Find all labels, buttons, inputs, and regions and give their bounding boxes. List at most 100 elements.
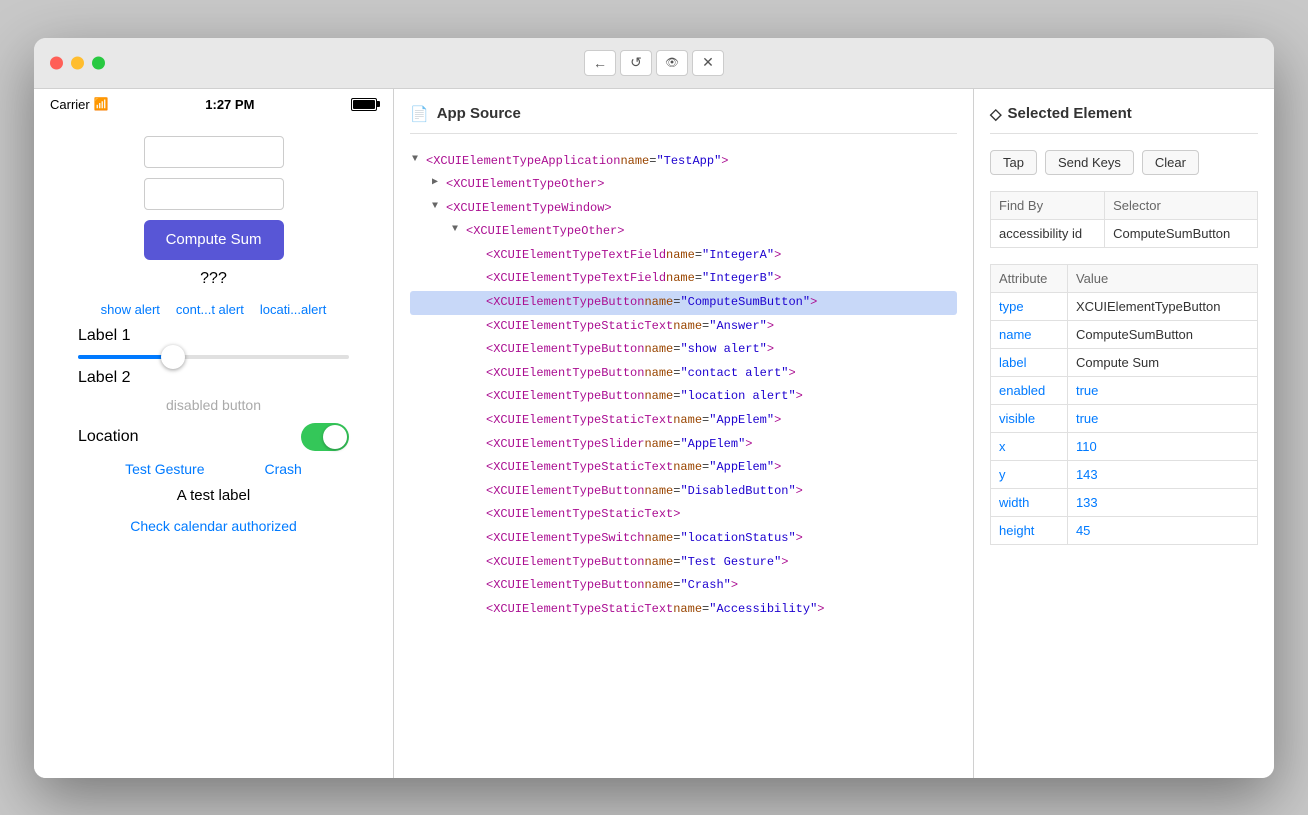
ios-statusbar: Carrier 📶 1:27 PM: [34, 89, 393, 120]
attr-value-4: true: [1067, 404, 1257, 432]
details-panel: ◇ Selected Element Tap Send Keys Clear F…: [974, 89, 1274, 778]
details-header-title: Selected Element: [1008, 105, 1132, 122]
tree-row-5[interactable]: <XCUIElementTypeTextField name = "Intege…: [410, 267, 957, 291]
slider-fill: [78, 355, 173, 359]
gesture-row: Test Gesture Crash: [125, 461, 302, 477]
slider-track: [78, 355, 349, 359]
inspect-button[interactable]: 👁: [656, 50, 688, 76]
carrier-label: Carrier: [50, 97, 90, 112]
tree-row-6[interactable]: <XCUIElementTypeButton name = "ComputeSu…: [410, 291, 957, 315]
maximize-traffic-light[interactable]: [92, 56, 105, 69]
tap-button[interactable]: Tap: [990, 150, 1037, 175]
tree-row-7[interactable]: <XCUIElementTypeStaticText name = "Answe…: [410, 315, 957, 339]
statusbar-right: [351, 98, 377, 111]
battery-fill: [353, 100, 375, 109]
tree-row-0[interactable]: ▼ <XCUIElementTypeApplication name = "Te…: [410, 150, 957, 174]
attr-value-8: 45: [1067, 516, 1257, 544]
contact-alert-link[interactable]: cont...t alert: [176, 302, 244, 317]
source-header-icon: 📄: [410, 105, 429, 123]
find-by-table: Find By Selector accessibility id Comput…: [990, 191, 1258, 248]
location-alert-link[interactable]: locati...alert: [260, 302, 326, 317]
attr-value-0: XCUIElementTypeButton: [1067, 292, 1257, 320]
attr-value-3: true: [1067, 376, 1257, 404]
tree-row-1[interactable]: ▶ <XCUIElementTypeOther>: [410, 173, 957, 197]
clear-button[interactable]: Clear: [1142, 150, 1199, 175]
arrow-3[interactable]: ▼: [452, 221, 466, 239]
tree-row-9[interactable]: <XCUIElementTypeButton name = "contact a…: [410, 362, 957, 386]
attr-name-6: y: [991, 460, 1068, 488]
location-row: Location: [58, 423, 369, 451]
source-header-title: App Source: [437, 105, 521, 122]
label1: Label 1: [58, 327, 369, 345]
tag-5: <XCUIElementTypeTextField: [486, 268, 666, 290]
tree-row-10[interactable]: <XCUIElementTypeButton name = "location …: [410, 385, 957, 409]
crash-button[interactable]: Crash: [265, 461, 302, 477]
attr-row-3: enabledtrue: [991, 376, 1258, 404]
arrow-2[interactable]: ▼: [432, 198, 446, 216]
integer-a-input[interactable]: [144, 136, 284, 168]
attr-value-5: 110: [1067, 432, 1257, 460]
close-traffic-light[interactable]: [50, 56, 63, 69]
integer-b-input[interactable]: [144, 178, 284, 210]
attr-name-7: width: [991, 488, 1068, 516]
attr-name-0: name: [620, 151, 649, 173]
refresh-button[interactable]: ↺: [620, 50, 652, 76]
tag-2: <XCUIElementTypeWindow>: [446, 198, 612, 220]
label2: Label 2: [58, 369, 369, 387]
tree-row-18[interactable]: <XCUIElementTypeButton name = "Crash" >: [410, 574, 957, 598]
tree-row-13[interactable]: <XCUIElementTypeStaticText name = "AppEl…: [410, 456, 957, 480]
attr-name-1: name: [991, 320, 1068, 348]
titlebar: ← ↺ 👁 ✕: [34, 38, 1274, 89]
alert-links: show alert cont...t alert locati...alert: [101, 302, 327, 317]
close-button[interactable]: ✕: [692, 50, 724, 76]
minimize-traffic-light[interactable]: [71, 56, 84, 69]
main-content: Carrier 📶 1:27 PM Compute Sum ???: [34, 89, 1274, 778]
app-elem-slider[interactable]: [58, 355, 369, 359]
result-label: ???: [200, 270, 227, 288]
source-tree: ▼ <XCUIElementTypeApplication name = "Te…: [410, 150, 957, 622]
attr-name-8: height: [991, 516, 1068, 544]
wifi-icon: 📶: [94, 97, 109, 111]
tree-row-14[interactable]: <XCUIElementTypeButton name = "DisabledB…: [410, 480, 957, 504]
selector-header: Selector: [1105, 191, 1258, 219]
tree-row-3[interactable]: ▼ <XCUIElementTypeOther>: [410, 220, 957, 244]
toolbar-buttons: ← ↺ 👁 ✕: [584, 50, 724, 76]
tree-row-15[interactable]: <XCUIElementTypeStaticText>: [410, 503, 957, 527]
slider-thumb[interactable]: [161, 345, 185, 369]
arrow-1[interactable]: ▶: [432, 174, 446, 192]
test-gesture-button[interactable]: Test Gesture: [125, 461, 204, 477]
simulator-panel: Carrier 📶 1:27 PM Compute Sum ???: [34, 89, 394, 778]
attr-row-6: y143: [991, 460, 1258, 488]
arrow-0[interactable]: ▼: [412, 151, 426, 169]
tree-row-12[interactable]: <XCUIElementTypeSlider name = "AppElem" …: [410, 433, 957, 457]
tree-row-11[interactable]: <XCUIElementTypeStaticText name = "AppEl…: [410, 409, 957, 433]
attributes-table: Attribute Value typeXCUIElementTypeButto…: [990, 264, 1258, 545]
send-keys-button[interactable]: Send Keys: [1045, 150, 1134, 175]
attr-value-1: ComputeSumButton: [1067, 320, 1257, 348]
traffic-lights: [50, 56, 105, 69]
action-buttons: Tap Send Keys Clear: [990, 150, 1258, 175]
attribute-header: Attribute: [991, 264, 1068, 292]
location-toggle[interactable]: [301, 423, 349, 451]
aname-4: name: [666, 245, 695, 267]
check-calendar-link[interactable]: Check calendar authorized: [130, 518, 297, 534]
tree-row-4[interactable]: <XCUIElementTypeTextField name = "Intege…: [410, 244, 957, 268]
selector-value: ComputeSumButton: [1105, 219, 1258, 247]
battery-icon: [351, 98, 377, 111]
tree-row-19[interactable]: <XCUIElementTypeStaticText name = "Acces…: [410, 598, 957, 622]
value-header: Value: [1067, 264, 1257, 292]
tree-row-2[interactable]: ▼ <XCUIElementTypeWindow>: [410, 197, 957, 221]
show-alert-link[interactable]: show alert: [101, 302, 160, 317]
attr-value-2: Compute Sum: [1067, 348, 1257, 376]
attr-row-1: nameComputeSumButton: [991, 320, 1258, 348]
back-button[interactable]: ←: [584, 50, 616, 76]
tree-row-16[interactable]: <XCUIElementTypeSwitch name = "locationS…: [410, 527, 957, 551]
compute-sum-button[interactable]: Compute Sum: [144, 220, 284, 260]
find-by-header: Find By: [991, 191, 1105, 219]
tree-row-17[interactable]: <XCUIElementTypeButton name = "Test Gest…: [410, 551, 957, 575]
tree-row-8[interactable]: <XCUIElementTypeButton name = "show aler…: [410, 338, 957, 362]
details-header: ◇ Selected Element: [990, 105, 1258, 134]
ios-app-content: Compute Sum ??? show alert cont...t aler…: [34, 120, 393, 778]
eq-0: =: [649, 151, 656, 173]
attr-name-3: enabled: [991, 376, 1068, 404]
